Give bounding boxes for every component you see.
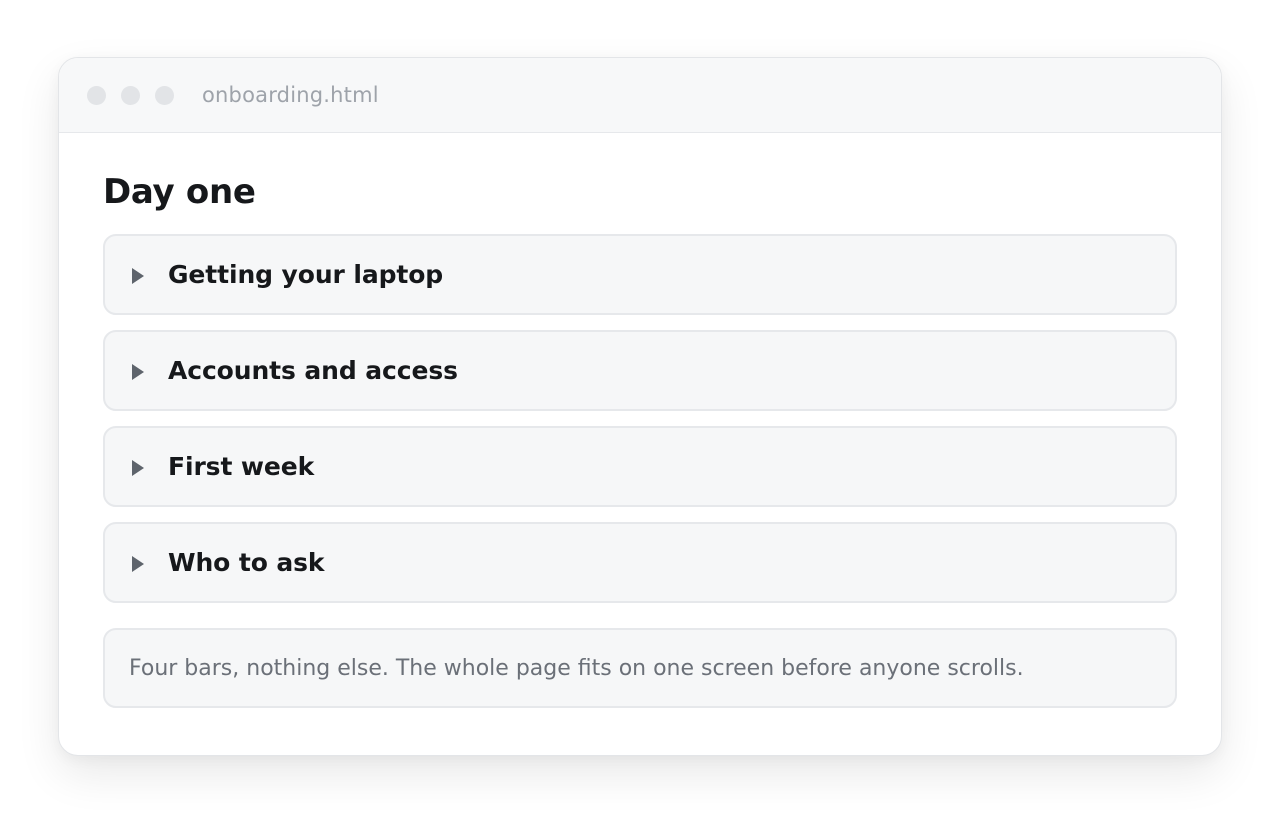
window-minimize-dot[interactable] xyxy=(121,85,140,105)
info-note: Four bars, nothing else. The whole page … xyxy=(103,628,1177,708)
section-label: First week xyxy=(168,452,315,481)
page-title: Day one xyxy=(103,172,256,212)
section-getting-your-laptop[interactable]: Getting your laptop xyxy=(103,234,1177,315)
section-who-to-ask[interactable]: Who to ask xyxy=(103,522,1177,603)
triangle-right-icon xyxy=(132,363,144,380)
section-label: Who to ask xyxy=(168,548,325,577)
window-close-dot[interactable] xyxy=(87,85,106,105)
window-titlebar: onboarding.html xyxy=(59,58,1221,133)
triangle-right-icon xyxy=(132,267,144,284)
window-filename: onboarding.html xyxy=(202,83,379,107)
triangle-right-icon xyxy=(132,555,144,572)
section-label: Accounts and access xyxy=(168,356,458,385)
triangle-right-icon xyxy=(132,459,144,476)
section-first-week[interactable]: First week xyxy=(103,426,1177,507)
window-maximize-dot[interactable] xyxy=(155,85,174,105)
browser-window: onboarding.html Day one Getting your lap… xyxy=(58,57,1222,756)
page-content: Day one Getting your laptop Accounts and… xyxy=(59,175,1221,708)
section-accounts-and-access[interactable]: Accounts and access xyxy=(103,330,1177,411)
section-label: Getting your laptop xyxy=(168,260,444,289)
